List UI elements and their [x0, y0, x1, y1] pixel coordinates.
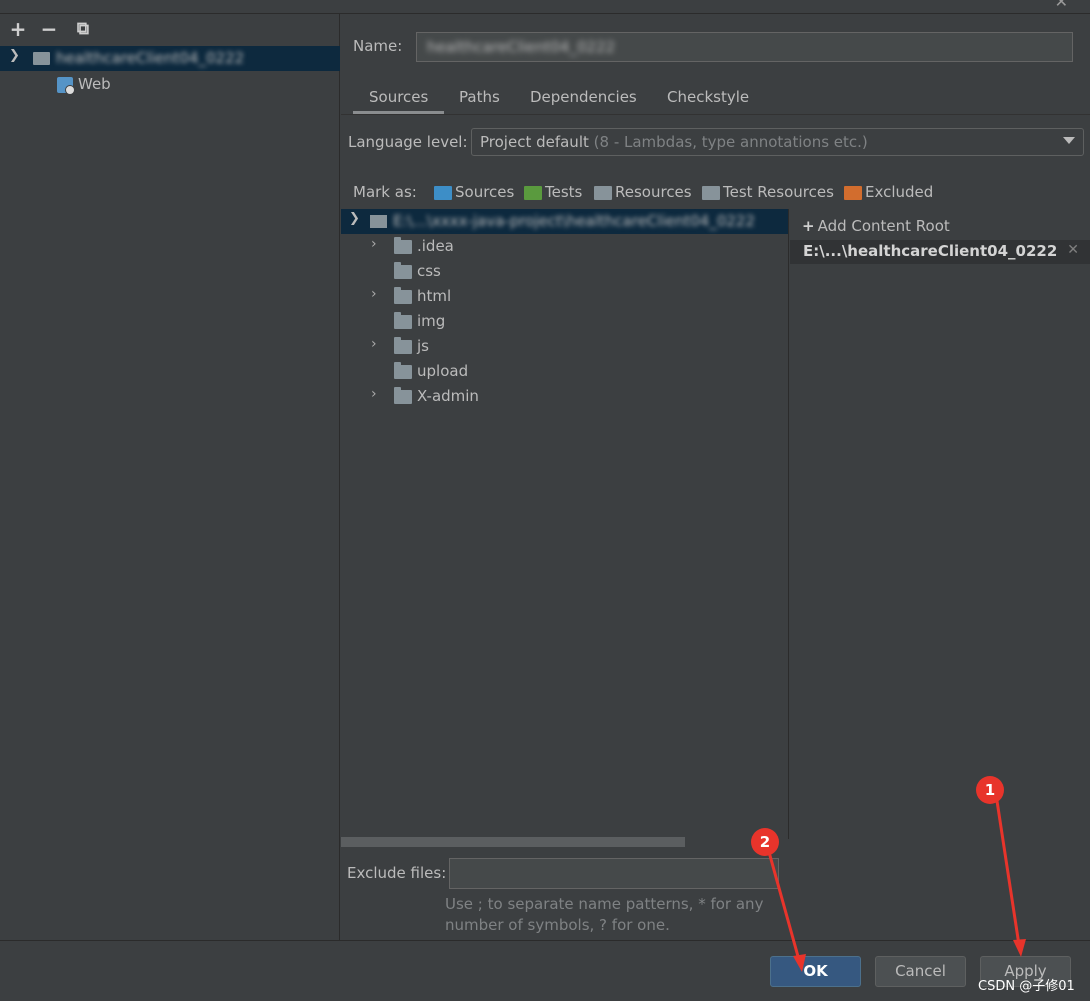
watermark: CSDN @子修01	[978, 979, 1075, 994]
arrow-to-apply	[995, 800, 1021, 946]
annotation-arrows	[767, 800, 1026, 972]
arrowhead-ok	[793, 954, 806, 972]
arrowhead-apply	[1013, 939, 1026, 957]
annotation-badge-2: 2	[751, 828, 779, 856]
arrow-to-ok	[767, 851, 801, 961]
annotation-badge-1: 1	[976, 776, 1004, 804]
